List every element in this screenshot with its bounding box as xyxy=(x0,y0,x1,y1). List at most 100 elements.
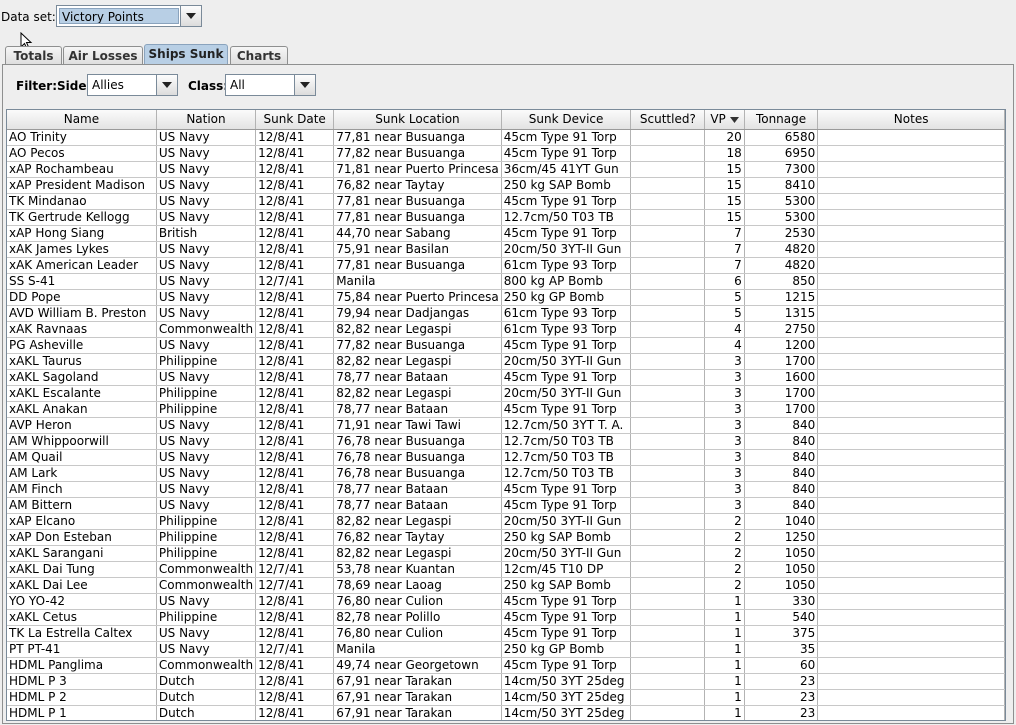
table-cell-sunk-device[interactable]: 20cm/50 3YT-II Gun xyxy=(501,545,632,562)
table-cell-vp[interactable]: 3 xyxy=(704,449,745,466)
table-cell-tonnage[interactable]: 1700 xyxy=(744,385,819,402)
table-cell-notes[interactable] xyxy=(817,497,1005,514)
table-cell-notes[interactable] xyxy=(817,225,1005,242)
table-cell-name[interactable]: PG Asheville xyxy=(7,337,157,354)
table-row[interactable]: TK La Estrella Caltex US Navy 12/8/41 76,80… xyxy=(7,625,1005,642)
table-cell-vp[interactable]: 2 xyxy=(704,529,745,546)
table-cell-sunk-location[interactable]: 78,77 near Bataan xyxy=(333,497,502,514)
table-cell-notes[interactable] xyxy=(817,177,1005,194)
table-row[interactable]: xAP President Madison US Navy 12/8/41 76,82… xyxy=(7,177,1005,194)
table-cell-name[interactable]: AO Pecos xyxy=(7,145,157,162)
table-cell-sunk-device[interactable]: 14cm/50 3YT 25deg xyxy=(501,705,632,720)
table-cell-nation[interactable]: US Navy xyxy=(156,433,257,450)
table-cell-nation[interactable]: US Navy xyxy=(156,129,257,146)
table-cell-scuttled[interactable] xyxy=(630,529,706,546)
table-cell-tonnage[interactable]: 23 xyxy=(744,705,819,720)
table-cell-vp[interactable]: 3 xyxy=(704,465,745,482)
ships-sunk-table[interactable]: Name Nation Sunk Date Sunk Location Sunk Dev… xyxy=(6,109,1006,721)
table-cell-sunk-device[interactable]: 45cm Type 91 Torp xyxy=(501,401,632,418)
table-cell-vp[interactable]: 5 xyxy=(704,289,745,306)
table-cell-notes[interactable] xyxy=(817,369,1005,386)
table-cell-tonnage[interactable]: 4820 xyxy=(744,257,819,274)
table-row[interactable]: SS S-41 US Navy 12/7/41 Manila 800 kg AP Bom… xyxy=(7,273,1005,290)
table-row[interactable]: AM Bittern US Navy 12/8/41 78,77 near Bataa… xyxy=(7,497,1005,514)
table-cell-vp[interactable]: 15 xyxy=(704,177,745,194)
side-select[interactable]: Allies xyxy=(87,74,178,96)
table-cell-scuttled[interactable] xyxy=(630,545,706,562)
table-cell-sunk-date[interactable]: 12/8/41 xyxy=(255,225,335,242)
table-cell-sunk-date[interactable]: 12/8/41 xyxy=(255,337,335,354)
table-cell-notes[interactable] xyxy=(817,257,1005,274)
table-cell-scuttled[interactable] xyxy=(630,129,706,146)
table-cell-scuttled[interactable] xyxy=(630,273,706,290)
table-row[interactable]: TK Gertrude Kellogg US Navy 12/8/41 77,81 n… xyxy=(7,209,1005,226)
table-cell-sunk-location[interactable]: 82,82 near Legaspi xyxy=(333,353,502,370)
table-cell-tonnage[interactable]: 60 xyxy=(744,657,819,674)
table-cell-sunk-location[interactable]: 76,78 near Busuanga xyxy=(333,433,502,450)
table-cell-notes[interactable] xyxy=(817,529,1005,546)
table-cell-name[interactable]: AM Whippoorwill xyxy=(7,433,157,450)
table-row[interactable]: HDML P 3 Dutch 12/8/41 67,91 near Tarakan 14… xyxy=(7,673,1005,690)
table-cell-scuttled[interactable] xyxy=(630,241,706,258)
table-cell-tonnage[interactable]: 1050 xyxy=(744,545,819,562)
table-cell-scuttled[interactable] xyxy=(630,289,706,306)
table-cell-scuttled[interactable] xyxy=(630,177,706,194)
table-cell-sunk-location[interactable]: 78,77 near Bataan xyxy=(333,401,502,418)
table-cell-sunk-location[interactable]: 77,82 near Busuanga xyxy=(333,337,502,354)
table-cell-sunk-location[interactable]: 77,81 near Busuanga xyxy=(333,209,502,226)
table-cell-vp[interactable]: 7 xyxy=(704,257,745,274)
table-row[interactable]: xAP Rochambeau US Navy 12/8/41 71,81 near P… xyxy=(7,161,1005,178)
table-cell-sunk-location[interactable]: 82,82 near Legaspi xyxy=(333,545,502,562)
table-cell-scuttled[interactable] xyxy=(630,609,706,626)
table-cell-sunk-location[interactable]: 76,80 near Culion xyxy=(333,625,502,642)
table-cell-nation[interactable]: Philippine xyxy=(156,401,257,418)
table-cell-sunk-location[interactable]: 78,69 near Laoag xyxy=(333,577,502,594)
table-cell-notes[interactable] xyxy=(817,561,1005,578)
table-row[interactable]: AM Quail US Navy 12/8/41 76,78 near Busuang… xyxy=(7,449,1005,466)
table-cell-tonnage[interactable]: 5300 xyxy=(744,209,819,226)
table-cell-notes[interactable] xyxy=(817,465,1005,482)
table-cell-sunk-device[interactable]: 250 kg SAP Bomb xyxy=(501,177,632,194)
table-cell-notes[interactable] xyxy=(817,209,1005,226)
table-cell-tonnage[interactable]: 330 xyxy=(744,593,819,610)
table-row[interactable]: xAKL Escalante Philippine 12/8/41 82,82 nea… xyxy=(7,385,1005,402)
table-cell-name[interactable]: xAP Hong Siang xyxy=(7,225,157,242)
table-cell-tonnage[interactable]: 840 xyxy=(744,449,819,466)
table-row[interactable]: xAK American Leader US Navy 12/8/41 77,81 n… xyxy=(7,257,1005,274)
table-cell-scuttled[interactable] xyxy=(630,225,706,242)
table-row[interactable]: xAKL Anakan Philippine 12/8/41 78,77 near B… xyxy=(7,401,1005,418)
table-cell-name[interactable]: xAKL Anakan xyxy=(7,401,157,418)
table-cell-notes[interactable] xyxy=(817,689,1005,706)
table-cell-sunk-location[interactable]: 77,81 near Busuanga xyxy=(333,193,502,210)
table-cell-sunk-location[interactable]: 71,91 near Tawi Tawi xyxy=(333,417,502,434)
table-cell-tonnage[interactable]: 6580 xyxy=(744,129,819,146)
table-cell-nation[interactable]: Philippine xyxy=(156,545,257,562)
table-cell-tonnage[interactable]: 840 xyxy=(744,497,819,514)
table-cell-vp[interactable]: 1 xyxy=(704,689,745,706)
table-row[interactable]: xAKL Sagoland US Navy 12/8/41 78,77 near Ba… xyxy=(7,369,1005,386)
table-cell-sunk-device[interactable]: 45cm Type 91 Torp xyxy=(501,625,632,642)
table-cell-sunk-device[interactable]: 12.7cm/50 T03 TB xyxy=(501,433,632,450)
table-cell-name[interactable]: xAKL Taurus xyxy=(7,353,157,370)
table-cell-sunk-device[interactable]: 45cm Type 91 Torp xyxy=(501,193,632,210)
table-cell-scuttled[interactable] xyxy=(630,705,706,720)
table-cell-name[interactable]: PT PT-41 xyxy=(7,641,157,658)
table-cell-notes[interactable] xyxy=(817,593,1005,610)
table-cell-scuttled[interactable] xyxy=(630,657,706,674)
table-cell-tonnage[interactable]: 5300 xyxy=(744,193,819,210)
table-cell-name[interactable]: YO YO-42 xyxy=(7,593,157,610)
table-cell-notes[interactable] xyxy=(817,145,1005,162)
table-cell-name[interactable]: xAP Don Esteban xyxy=(7,529,157,546)
table-cell-nation[interactable]: US Navy xyxy=(156,305,257,322)
table-cell-sunk-device[interactable]: 20cm/50 3YT-II Gun xyxy=(501,241,632,258)
table-row[interactable]: xAP Elcano Philippine 12/8/41 82,82 near Le… xyxy=(7,513,1005,530)
table-cell-tonnage[interactable]: 2530 xyxy=(744,225,819,242)
table-cell-name[interactable]: HDML P 1 xyxy=(7,705,157,720)
table-cell-sunk-date[interactable]: 12/8/41 xyxy=(255,593,335,610)
table-cell-sunk-date[interactable]: 12/8/41 xyxy=(255,401,335,418)
table-cell-sunk-date[interactable]: 12/8/41 xyxy=(255,465,335,482)
table-row[interactable]: xAP Don Esteban Philippine 12/8/41 76,82 ne… xyxy=(7,529,1005,546)
table-cell-tonnage[interactable]: 8410 xyxy=(744,177,819,194)
table-row[interactable]: AM Finch US Navy 12/8/41 78,77 near Bataan 4… xyxy=(7,481,1005,498)
table-cell-sunk-location[interactable]: 67,91 near Tarakan xyxy=(333,673,502,690)
